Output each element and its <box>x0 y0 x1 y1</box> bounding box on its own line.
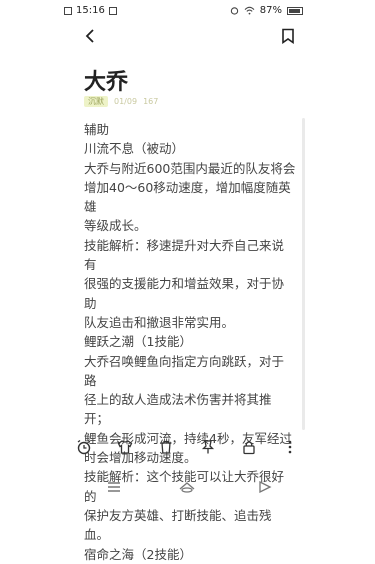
notification-icon <box>64 6 72 15</box>
note-tag: 沉默 <box>84 96 108 107</box>
back-icon[interactable] <box>254 478 274 496</box>
alarm-status-icon <box>230 6 239 15</box>
note-line: 保护友方英雄、打断技能、追击残血。 <box>84 507 272 543</box>
note-line: 辅助 <box>84 122 110 137</box>
app-icon <box>108 6 117 15</box>
wifi-icon <box>244 6 255 15</box>
status-bar: 15:16 87% <box>0 0 375 22</box>
pin-icon[interactable] <box>198 437 218 457</box>
theme-shirt-icon[interactable] <box>115 437 135 457</box>
note-line: 大乔召唤鲤鱼向指定方向跳跃，对于路 <box>84 353 285 388</box>
note-line: 宿命之海（2技能） <box>84 546 192 562</box>
note-line: 队友追击和撤退非常实用。 <box>84 314 235 330</box>
menu-icon[interactable] <box>104 478 124 496</box>
note-line: 径上的敌人造成法术伤害并将其推开； <box>84 392 272 427</box>
note-line: 鲤跃之潮（1技能） <box>84 334 192 350</box>
note-line: 技能解析：移速提升对大乔自己来说有 <box>84 237 285 273</box>
trash-icon[interactable] <box>156 437 176 457</box>
bottom-toolbar <box>74 436 300 458</box>
note-line: 增加40～60移动速度，增加幅度随英雄 <box>84 179 291 215</box>
system-nav-bar <box>0 476 375 500</box>
status-left: 15:16 <box>64 5 117 16</box>
note-meta: 沉默 01/09 167 <box>84 96 158 107</box>
more-vertical-icon[interactable] <box>280 437 300 457</box>
battery-percent: 87% <box>259 5 282 16</box>
battery-icon <box>287 6 303 15</box>
top-toolbar <box>0 22 375 50</box>
lock-icon[interactable] <box>239 437 259 457</box>
home-icon[interactable] <box>177 478 197 496</box>
note-date: 01/09 <box>114 97 138 106</box>
status-right: 87% <box>230 5 303 16</box>
note-line: 很强的支援能力和增益效果，对于协助 <box>84 276 285 311</box>
note-line: 等级成长。 <box>84 218 147 234</box>
bookmark-icon[interactable] <box>276 24 300 48</box>
back-arrow-icon[interactable] <box>78 24 102 48</box>
scrollbar[interactable] <box>302 118 305 430</box>
note-title[interactable]: 大乔 <box>84 64 128 96</box>
note-word-count: 167 <box>143 97 159 106</box>
status-time: 15:16 <box>76 5 105 16</box>
alarm-clock-icon[interactable] <box>74 437 94 457</box>
note-line: 川流不息（被动） <box>84 141 185 157</box>
note-line: 大乔与附近600范围内最近的队友将会 <box>84 160 296 176</box>
